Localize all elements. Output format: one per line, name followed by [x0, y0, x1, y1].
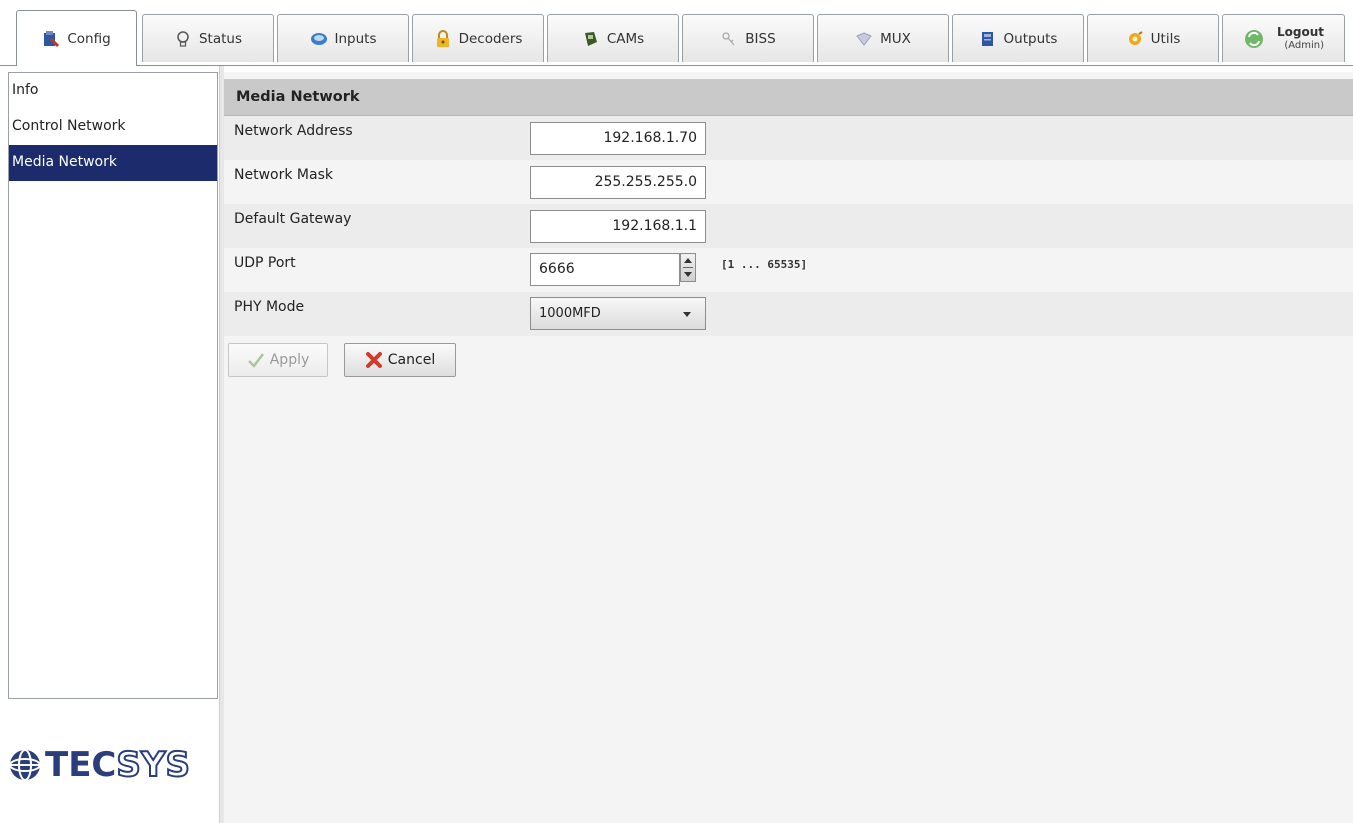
outputs-icon: [979, 30, 997, 48]
tab-label: CAMs: [606, 30, 645, 47]
default-gateway-input[interactable]: 192.168.1.1: [530, 210, 706, 243]
cancel-icon: [365, 351, 383, 369]
tab-label: BISS: [745, 30, 776, 47]
form-row-network-mask: Network Mask 255.255.255.0: [224, 160, 1353, 204]
apply-button[interactable]: Apply: [228, 343, 328, 377]
logout-label: Logout: [1276, 24, 1324, 39]
spin-up-icon[interactable]: [684, 258, 692, 263]
main-content: Media Network Network Address 192.168.1.…: [224, 72, 1353, 823]
logo-text-tec: TEC: [45, 745, 117, 785]
logout-user-label: (Admin): [1284, 39, 1324, 51]
network-address-label: Network Address: [234, 123, 353, 139]
tab-biss[interactable]: BISS: [682, 14, 814, 62]
tab-label: Decoders: [458, 30, 523, 47]
form-row-udp-port: UDP Port 6666 [1 ... 65535]: [224, 248, 1353, 292]
network-address-input[interactable]: 192.168.1.70: [530, 122, 706, 155]
cancel-label: Cancel: [387, 352, 436, 368]
network-mask-label: Network Mask: [234, 167, 333, 183]
tab-config[interactable]: Config: [16, 10, 137, 66]
udp-port-range: [1 ... 65535]: [721, 258, 808, 271]
udp-port-spinner[interactable]: [680, 253, 696, 282]
logout-icon: [1243, 28, 1265, 50]
tab-label: MUX: [880, 30, 911, 47]
form-row-default-gateway: Default Gateway 192.168.1.1: [224, 204, 1353, 248]
cancel-button[interactable]: Cancel: [344, 343, 456, 377]
tecsys-logo: TEC SYS: [7, 744, 191, 786]
tab-utils[interactable]: Utils: [1087, 14, 1219, 62]
sidebar-item-control-network[interactable]: Control Network: [9, 109, 217, 145]
tab-label: Config: [67, 30, 111, 47]
sidebar-item-info[interactable]: Info: [9, 73, 217, 109]
tab-label: Status: [198, 30, 243, 47]
config-icon: [42, 30, 60, 48]
tab-inputs[interactable]: Inputs: [277, 14, 409, 62]
sidebar-item-media-network[interactable]: Media Network: [9, 145, 217, 181]
phy-mode-label: PHY Mode: [234, 299, 305, 315]
lock-icon: [434, 29, 452, 48]
sidebar: Info Control Network Media Network: [8, 72, 218, 699]
tab-outputs[interactable]: Outputs: [952, 14, 1084, 62]
phy-mode-select[interactable]: 1000MFD: [530, 297, 706, 330]
logout-button[interactable]: Logout (Admin): [1222, 14, 1345, 62]
tab-label: Outputs: [1003, 30, 1058, 47]
utils-icon: [1126, 30, 1144, 48]
main-tab-bar: Config Status Inputs Decoders CAMs BISS …: [0, 0, 1353, 66]
form-row-network-address: Network Address 192.168.1.70: [224, 116, 1353, 160]
tab-mux[interactable]: MUX: [817, 14, 949, 62]
phy-mode-value: 1000MFD: [539, 306, 601, 321]
udp-port-label: UDP Port: [234, 255, 296, 271]
mux-icon: [855, 30, 873, 48]
network-mask-input[interactable]: 255.255.255.0: [530, 166, 706, 199]
spin-down-icon[interactable]: [684, 272, 692, 277]
udp-port-input[interactable]: 6666: [530, 253, 680, 286]
inputs-icon: [310, 30, 328, 48]
tab-label: Utils: [1150, 30, 1181, 47]
tab-bar-divider: [0, 65, 1353, 66]
tab-cams[interactable]: CAMs: [547, 14, 679, 62]
cam-icon: [582, 30, 600, 48]
tab-label: Inputs: [334, 30, 377, 47]
lightbulb-icon: [174, 30, 192, 48]
tab-status[interactable]: Status: [142, 14, 274, 62]
tab-decoders[interactable]: Decoders: [412, 14, 544, 62]
apply-label: Apply: [269, 352, 310, 368]
biss-icon: [720, 30, 738, 48]
logo-text-sys: SYS: [115, 744, 191, 786]
chevron-down-icon: [683, 312, 691, 317]
form-row-phy-mode: PHY Mode 1000MFD: [224, 292, 1353, 336]
default-gateway-label: Default Gateway: [234, 211, 352, 227]
section-title: Media Network: [224, 79, 1353, 116]
checkmark-icon: [247, 351, 265, 369]
globe-icon: [7, 747, 43, 783]
